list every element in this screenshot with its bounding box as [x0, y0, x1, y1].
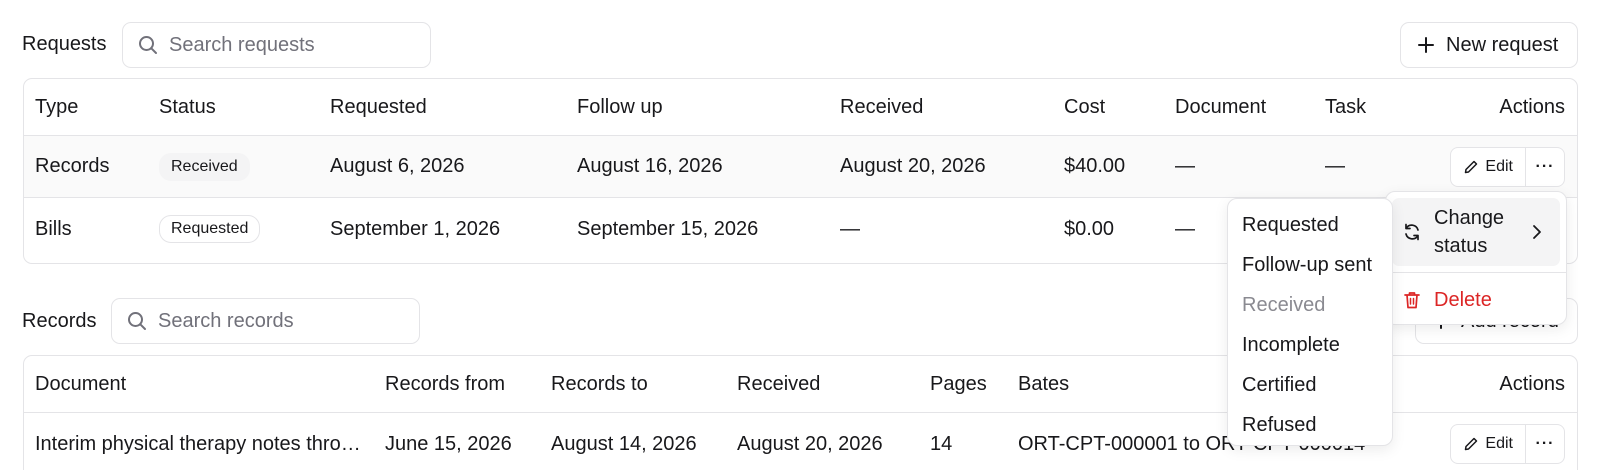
received-date: —	[840, 217, 860, 240]
requests-search-input[interactable]	[169, 33, 399, 57]
requests-title: Requests	[22, 32, 107, 55]
requests-section-header: Requests	[22, 21, 107, 67]
requests-table-header: Type Status Requested Follow up Received…	[24, 79, 1577, 136]
col-status[interactable]: Status	[159, 79, 216, 135]
status-option-refused[interactable]: Refused	[1228, 405, 1392, 445]
row-actions: Edit ···	[1450, 424, 1565, 464]
record-document[interactable]: Interim physical therapy notes thro…	[35, 413, 375, 470]
request-type: Bills	[35, 217, 72, 240]
records-search-input[interactable]	[158, 309, 388, 333]
cost-value: $0.00	[1064, 217, 1115, 240]
search-icon	[137, 34, 159, 56]
col-actions: Actions	[1499, 95, 1565, 118]
document-value: —	[1175, 217, 1195, 240]
records-from-date: June 15, 2026	[385, 432, 512, 455]
requests-search[interactable]	[122, 22, 431, 68]
records-title: Records	[22, 309, 97, 332]
col-received[interactable]: Received	[737, 356, 820, 412]
refresh-icon	[1402, 222, 1422, 242]
status-option-incomplete[interactable]: Incomplete	[1228, 325, 1392, 365]
new-request-label: New request	[1446, 33, 1559, 56]
col-records-from[interactable]: Records from	[385, 356, 505, 412]
status-option-received: Received	[1242, 294, 1326, 316]
col-document[interactable]: Document	[1175, 79, 1266, 135]
trash-icon	[1402, 290, 1422, 310]
pencil-icon	[1463, 436, 1479, 452]
change-status-label: Change status	[1434, 207, 1505, 257]
row-actions: Edit ···	[1450, 147, 1565, 187]
menu-divider	[1386, 272, 1566, 273]
plus-icon	[1416, 35, 1436, 55]
delete-menu-item[interactable]: Delete	[1392, 279, 1560, 321]
col-cost[interactable]: Cost	[1064, 79, 1105, 135]
document-value: —	[1175, 155, 1195, 177]
col-task[interactable]: Task	[1325, 79, 1366, 135]
search-icon	[126, 310, 148, 332]
col-follow-up[interactable]: Follow up	[577, 79, 663, 135]
pencil-icon	[1463, 159, 1479, 175]
col-requested[interactable]: Requested	[330, 79, 427, 135]
col-document[interactable]: Document	[35, 356, 126, 412]
col-actions: Actions	[1499, 372, 1565, 395]
edit-label: Edit	[1485, 158, 1513, 175]
status-submenu: Requested Follow-up sent Received Incomp…	[1227, 198, 1393, 446]
records-search[interactable]	[111, 298, 420, 344]
request-type: Records	[35, 155, 110, 177]
more-actions-button[interactable]: ···	[1526, 425, 1564, 463]
task-value: —	[1325, 155, 1345, 177]
edit-label: Edit	[1485, 435, 1513, 452]
table-row[interactable]: Records Received August 6, 2026 August 1…	[24, 136, 1577, 198]
col-pages[interactable]: Pages	[930, 356, 987, 412]
requested-date: August 6, 2026	[330, 155, 465, 177]
col-records-to[interactable]: Records to	[551, 356, 648, 412]
col-type[interactable]: Type	[35, 79, 78, 135]
col-bates[interactable]: Bates	[1018, 356, 1069, 412]
col-received[interactable]: Received	[840, 79, 923, 135]
cost-value: $40.00	[1064, 155, 1126, 177]
requested-date: September 1, 2026	[330, 217, 501, 240]
received-date: August 20, 2026	[840, 155, 986, 177]
follow-up-date: September 15, 2026	[577, 217, 759, 240]
status-option-requested[interactable]: Requested	[1228, 205, 1392, 245]
edit-button[interactable]: Edit	[1451, 425, 1526, 463]
status-badge: Received	[159, 152, 250, 181]
status-option-follow-up-sent[interactable]: Follow-up sent	[1228, 245, 1392, 285]
more-actions-button[interactable]: ···	[1526, 148, 1564, 186]
status-badge: Requested	[159, 215, 261, 243]
edit-button[interactable]: Edit	[1451, 148, 1526, 186]
actions-menu: Change status Delete	[1385, 191, 1567, 325]
status-option-certified[interactable]: Certified	[1228, 365, 1392, 405]
change-status-menu-item[interactable]: Change status	[1392, 198, 1560, 266]
delete-label: Delete	[1434, 288, 1492, 311]
follow-up-date: August 16, 2026	[577, 155, 723, 177]
records-section-header: Records	[22, 298, 96, 344]
new-request-button[interactable]: New request	[1400, 22, 1578, 68]
chevron-right-icon	[1532, 222, 1548, 242]
pages-value: 14	[930, 432, 953, 455]
records-to-date: August 14, 2026	[551, 432, 697, 455]
received-date: August 20, 2026	[737, 432, 883, 455]
